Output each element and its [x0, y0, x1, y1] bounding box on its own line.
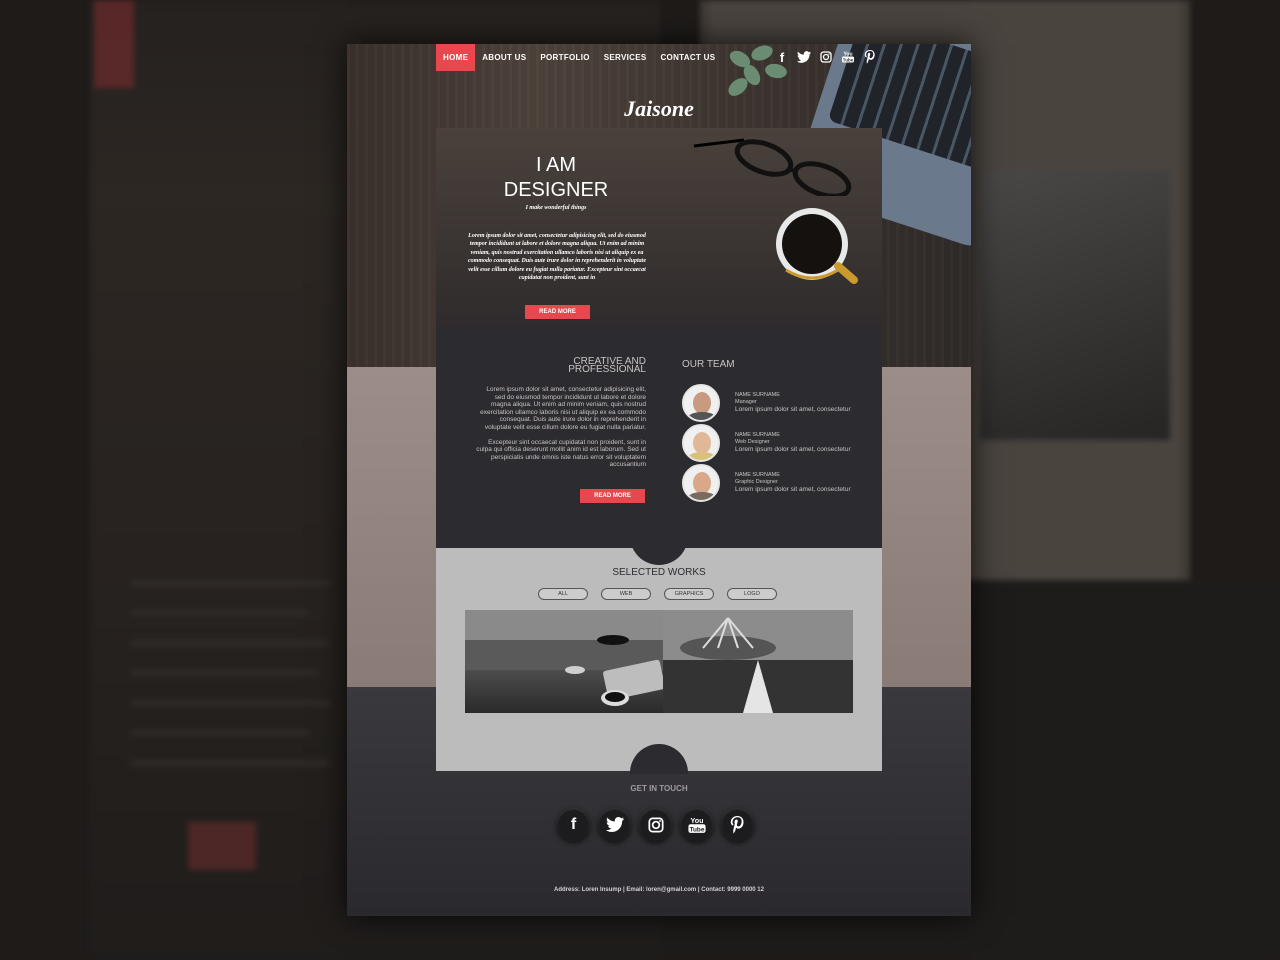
nav-services[interactable]: SERVICES	[597, 44, 654, 71]
creative-paragraph-2: Excepteur sint occaecat cupidatat non pr…	[476, 438, 646, 469]
instagram-icon[interactable]	[819, 49, 833, 65]
avatar	[682, 424, 720, 462]
work-thumbnail-road[interactable]	[663, 610, 853, 713]
member-name: NAME SURNAME	[735, 392, 780, 398]
youtube-icon[interactable]: You Tube	[680, 808, 713, 841]
svg-text:Tube: Tube	[843, 58, 854, 63]
hero-subtitle: I make wonderful things	[525, 205, 587, 211]
nav-about-us[interactable]: ABOUT US	[475, 44, 533, 71]
brand-logo[interactable]: Jaisone	[347, 96, 971, 122]
pinterest-icon[interactable]	[863, 49, 877, 65]
twitter-icon[interactable]	[598, 808, 631, 841]
header-social-links: f You Tube	[775, 49, 877, 65]
team-title: OUR TEAM	[682, 359, 735, 370]
pinterest-icon[interactable]	[721, 808, 754, 841]
content-panel: I AM DESIGNER I make wonderful things Lo…	[436, 128, 882, 774]
main-nav: HOME ABOUT US PORTFOLIO SERVICES CONTACT…	[436, 44, 722, 71]
svg-text:You: You	[690, 816, 703, 824]
avatar	[682, 384, 720, 422]
nav-portfolio[interactable]: PORTFOLIO	[533, 44, 596, 71]
creative-body: Lorem ipsum dolor sit amet, consectetur …	[476, 386, 646, 469]
footer-social-links: f You Tube	[557, 808, 754, 841]
creative-read-more-button[interactable]: READ MORE	[580, 489, 645, 503]
nav-home[interactable]: HOME	[436, 44, 476, 71]
hero-body-text: Lorem ipsum dolor sit amet, consectetur …	[467, 233, 646, 282]
works-filters: ALL WEB GRAPHICS LOGO	[538, 588, 777, 600]
hero-title-line1: I AM	[535, 154, 576, 176]
creative-paragraph-1: Lorem ipsum dolor sit amet, consectetur …	[480, 386, 646, 431]
avatar	[682, 464, 720, 502]
facebook-icon[interactable]: f	[775, 49, 789, 65]
member-role: Manager	[735, 399, 757, 405]
works-gallery	[465, 610, 853, 713]
filter-logo[interactable]: LOGO	[727, 588, 777, 600]
filter-graphics[interactable]: GRAPHICS	[664, 588, 714, 600]
hero-read-more-button[interactable]: READ MORE	[525, 305, 590, 319]
creative-title: CREATIVE AND PROFESSIONAL	[496, 357, 646, 375]
filter-web[interactable]: WEB	[601, 588, 651, 600]
creative-title-line2: PROFESSIONAL	[568, 364, 646, 375]
hero-title-line2: DESIGNER	[503, 179, 609, 201]
member-role: Graphic Designer	[735, 479, 778, 485]
glasses-image	[693, 138, 852, 196]
work-thumbnail-beach[interactable]	[465, 610, 663, 713]
instagram-icon[interactable]	[639, 808, 672, 841]
facebook-icon[interactable]: f	[557, 808, 590, 841]
nav-contact-us[interactable]: CONTACT US	[653, 44, 722, 71]
member-description: Lorem ipsum dolor sit amet, consectetur	[735, 406, 851, 413]
member-role: Web Designer	[735, 439, 770, 445]
filter-all[interactable]: ALL	[538, 588, 588, 600]
team-member: NAME SURNAME Manager Lorem ipsum dolor s…	[682, 384, 882, 422]
member-name: NAME SURNAME	[735, 432, 780, 438]
youtube-icon[interactable]: You Tube	[841, 49, 855, 65]
website-mockup: HOME ABOUT US PORTFOLIO SERVICES CONTACT…	[347, 44, 971, 916]
works-title: SELECTED WORKS	[612, 567, 706, 578]
member-description: Lorem ipsum dolor sit amet, consectetur	[735, 486, 851, 493]
hero-title: I AM DESIGNER	[476, 153, 636, 203]
member-description: Lorem ipsum dolor sit amet, consectetur	[735, 446, 851, 453]
twitter-icon[interactable]	[797, 49, 811, 65]
get-in-touch-title: GET IN TOUCH	[630, 784, 688, 793]
team-member: NAME SURNAME Web Designer Lorem ipsum do…	[682, 424, 882, 462]
footer-address: Address: Loren Insump | Email: loren@gma…	[554, 887, 764, 893]
team-member: NAME SURNAME Graphic Designer Lorem ipsu…	[682, 464, 882, 502]
coffee-cup-image	[776, 208, 858, 284]
member-name: NAME SURNAME	[735, 472, 780, 478]
svg-text:Tube: Tube	[689, 826, 704, 833]
